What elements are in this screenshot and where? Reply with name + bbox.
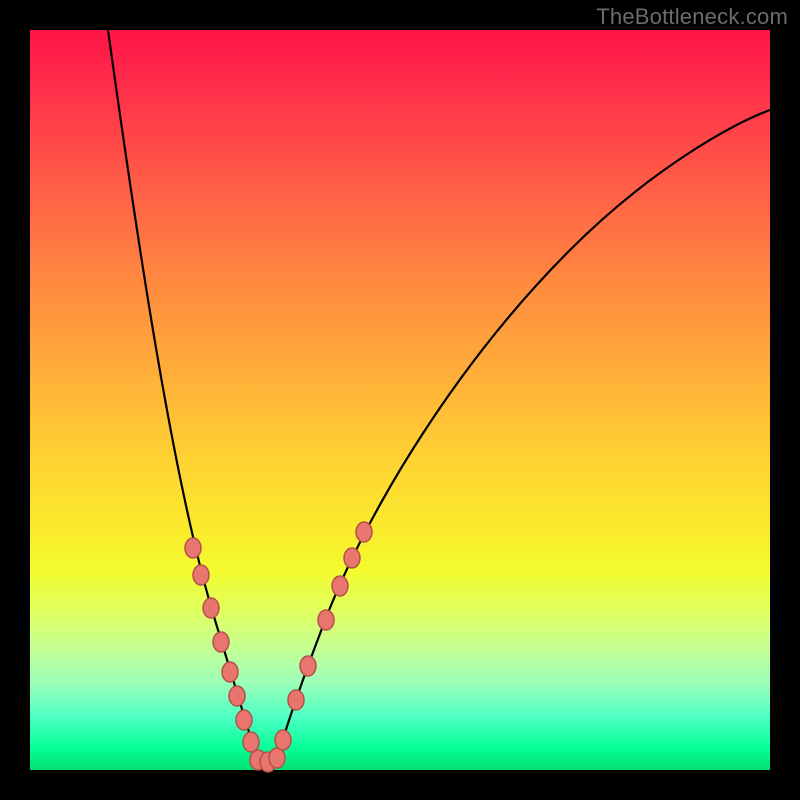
bead	[222, 662, 238, 682]
watermark-text: TheBottleneck.com	[596, 4, 788, 30]
bead	[236, 710, 252, 730]
bead	[356, 522, 372, 542]
chart-frame: TheBottleneck.com	[0, 0, 800, 800]
bead	[318, 610, 334, 630]
bead	[185, 538, 201, 558]
bead	[193, 565, 209, 585]
bead	[203, 598, 219, 618]
bead	[300, 656, 316, 676]
bead	[275, 730, 291, 750]
left-strand	[108, 30, 252, 742]
bead	[213, 632, 229, 652]
bead	[332, 576, 348, 596]
plot-area	[30, 30, 770, 770]
right-strand	[282, 110, 770, 742]
bead	[229, 686, 245, 706]
bead	[344, 548, 360, 568]
beads-group	[185, 522, 372, 772]
curve-svg	[30, 30, 770, 770]
bead	[269, 748, 285, 768]
bead	[243, 732, 259, 752]
bead	[288, 690, 304, 710]
